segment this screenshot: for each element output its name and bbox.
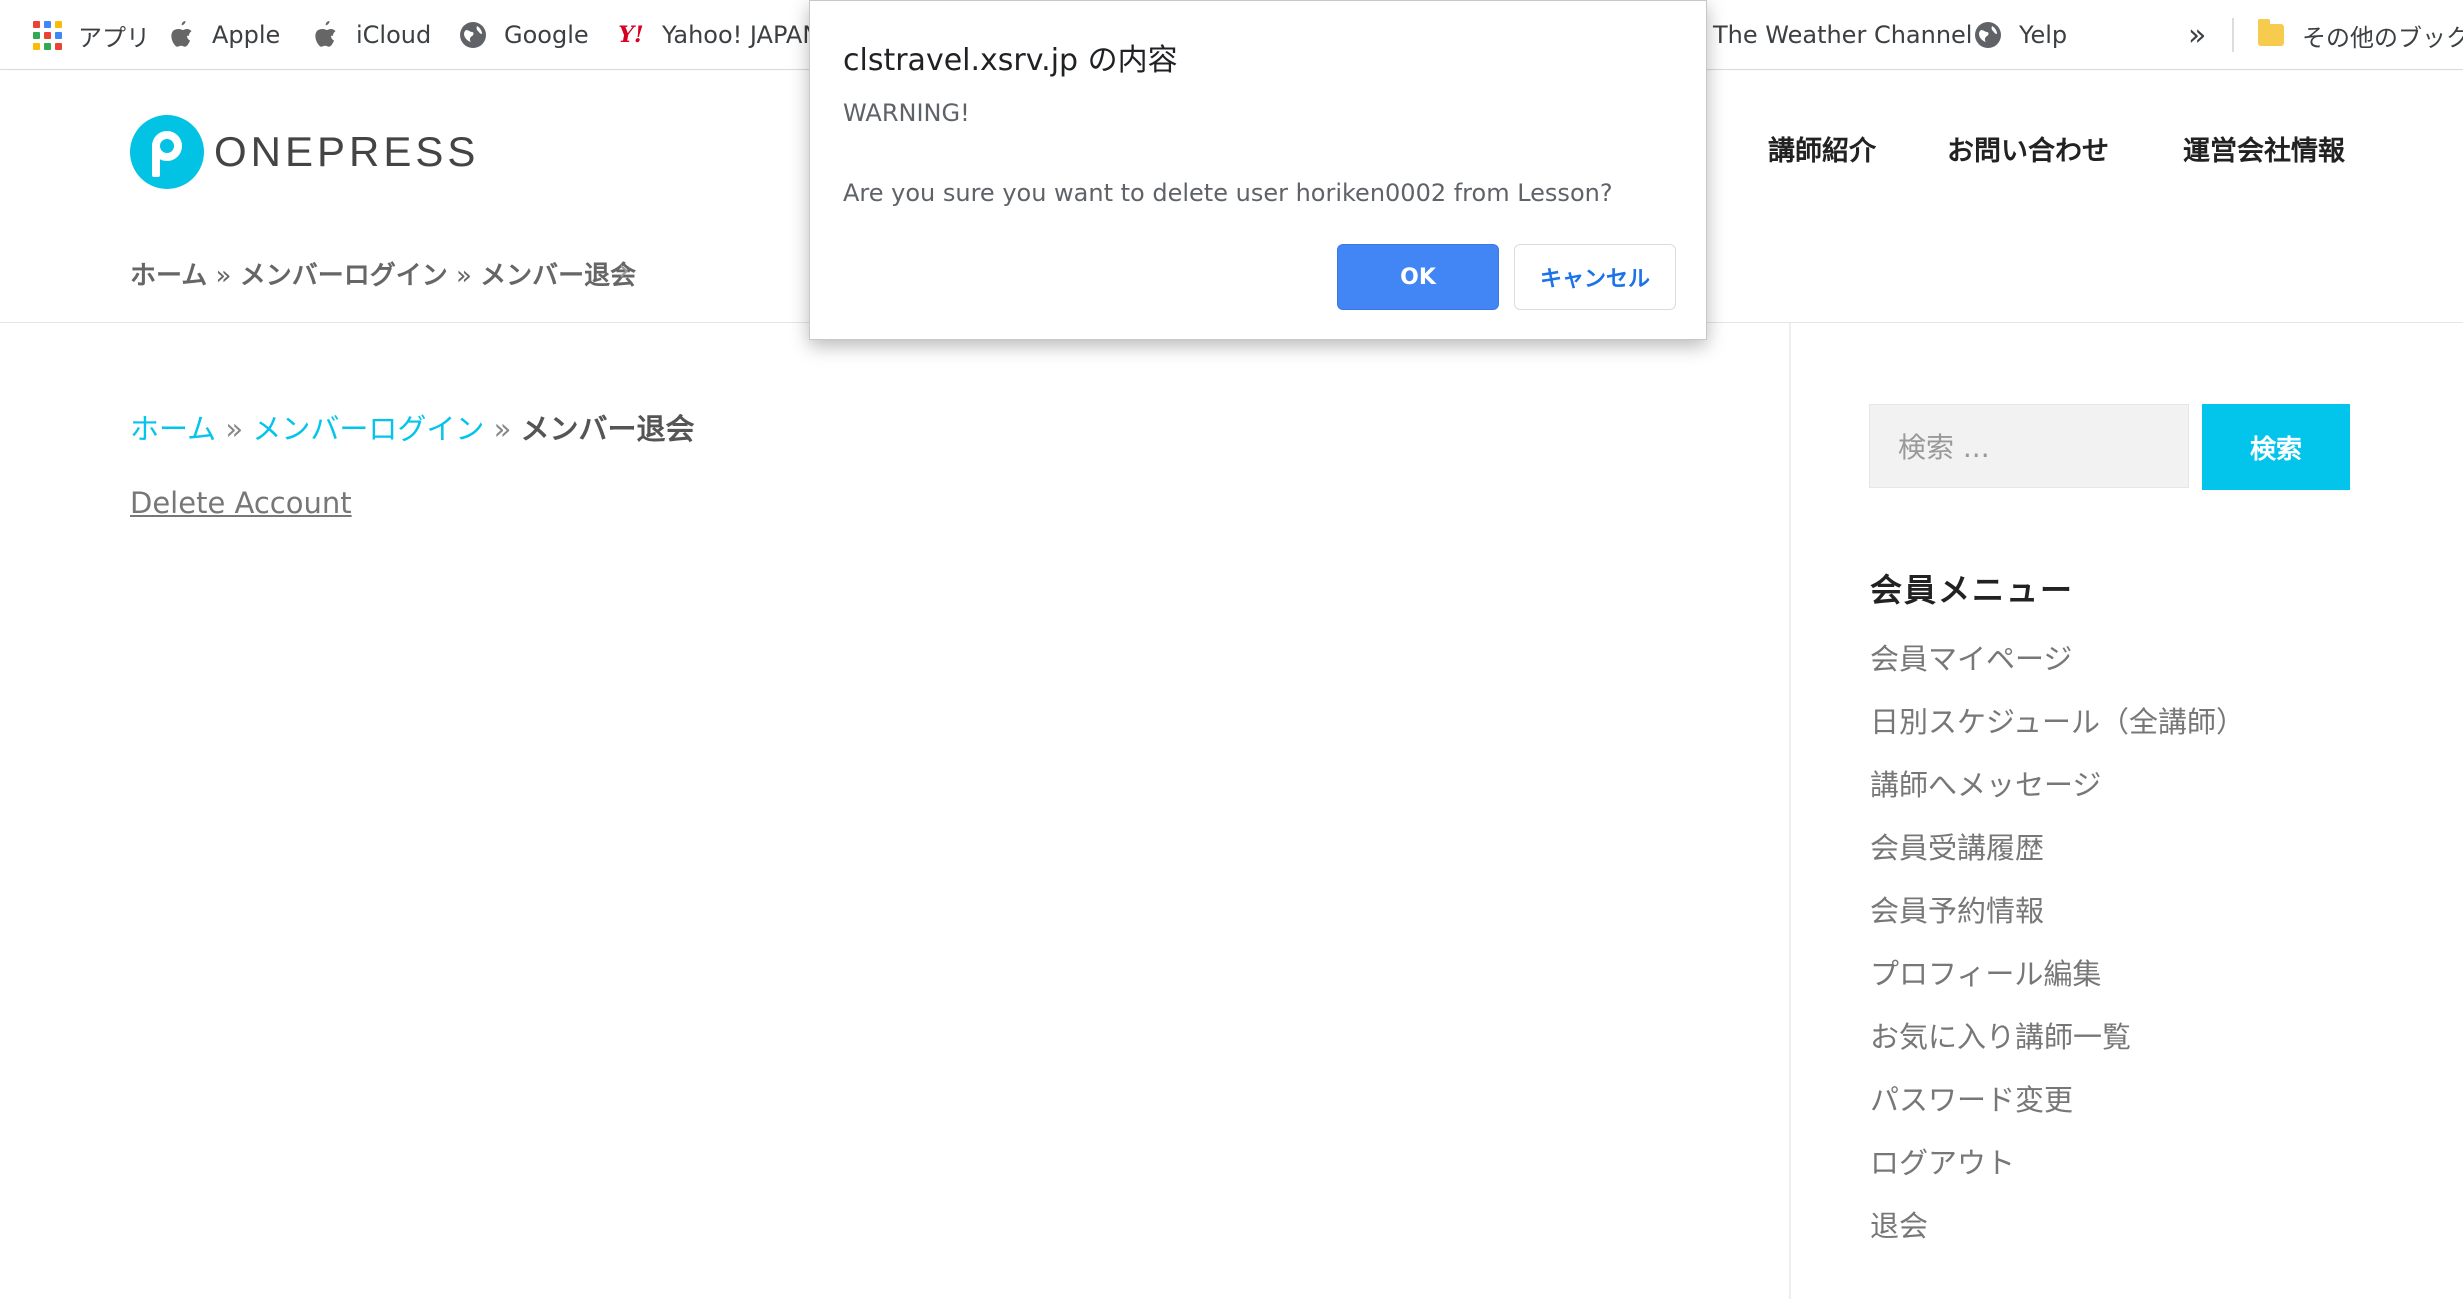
menu-item-logout[interactable]: ログアウト [1870, 1140, 2015, 1182]
folder-icon [2254, 18, 2288, 52]
menu-item-mypage[interactable]: 会員マイページ [1870, 636, 2072, 678]
bookmark-label: その他のブックマー [2302, 23, 2463, 52]
yahoo-icon: Y! [618, 22, 644, 48]
dialog-warning: WARNING! [843, 99, 970, 127]
logo-text: ONEPRESS [214, 128, 480, 175]
bookmark-other-folder[interactable]: その他のブックマー [2254, 0, 2463, 70]
sidebar-divider [1789, 323, 1791, 1299]
bookmark-weather-channel[interactable]: The Weather Channel [1713, 0, 1972, 70]
nav-item-company[interactable]: 運営会社情報 [2183, 129, 2345, 168]
breadcrumb-separator: » [225, 412, 244, 446]
menu-item-favorite-instructors[interactable]: お気に入り講師一覧 [1870, 1014, 2131, 1056]
breadcrumb-separator: » [215, 261, 232, 291]
breadcrumb-current: メンバー退会 [520, 412, 695, 446]
content-breadcrumb: ホーム » メンバーログイン » メンバー退会 [130, 406, 695, 448]
bookmarks-overflow-button[interactable]: » [2188, 0, 2206, 70]
bookmark-yelp[interactable]: Yelp [1971, 0, 2067, 70]
apple-icon [164, 18, 198, 52]
menu-item-message-instructor[interactable]: 講師へメッセージ [1870, 762, 2101, 804]
bookmark-apps[interactable]: アプリ [30, 0, 150, 70]
dialog-title: clstravel.xsrv.jp の内容 [843, 43, 1178, 78]
menu-item-withdraw[interactable]: 退会 [1870, 1203, 1928, 1245]
dialog-message: Are you sure you want to delete user hor… [843, 179, 1613, 207]
search-button[interactable]: 検索 [2202, 404, 2350, 490]
search-input[interactable]: 検索 ... [1869, 404, 2189, 488]
site-logo[interactable]: ONEPRESS [130, 115, 479, 189]
apple-icon [308, 18, 342, 52]
menu-item-lesson-history[interactable]: 会員受講履歴 [1870, 825, 2044, 867]
breadcrumb-separator: » [493, 412, 512, 446]
breadcrumb: ホーム » メンバーログイン » メンバー退会 [130, 255, 636, 292]
breadcrumb-current: メンバー退会 [480, 261, 637, 291]
menu-item-reservations[interactable]: 会員予約情報 [1870, 888, 2044, 930]
globe-icon [1971, 18, 2005, 52]
nav-item-contact[interactable]: お問い合わせ [1947, 129, 2109, 168]
member-menu-title: 会員メニュー [1870, 571, 2075, 609]
breadcrumb-separator: » [455, 261, 472, 291]
bookmark-yahoo[interactable]: Y! Yahoo! JAPAN [614, 0, 820, 70]
delete-account-link[interactable]: Delete Account [130, 486, 352, 520]
divider [2232, 18, 2234, 52]
bookmark-label: iCloud [356, 21, 432, 49]
bookmark-label: Apple [212, 21, 281, 49]
bookmark-label: アプリ [78, 23, 150, 52]
nav-item-instructors[interactable]: 講師紹介 [1768, 129, 1876, 168]
bookmark-icloud[interactable]: iCloud [308, 0, 431, 70]
breadcrumb-login[interactable]: メンバーログイン [240, 261, 448, 291]
chevron-right-icon: › [618, 253, 630, 288]
confirm-dialog: clstravel.xsrv.jp の内容 WARNING! Are you s… [809, 0, 1707, 340]
apps-grid-icon [30, 18, 64, 52]
bookmark-label: The Weather Channel [1713, 21, 1973, 49]
ok-button[interactable]: OK [1337, 244, 1499, 310]
globe-icon [456, 18, 490, 52]
menu-item-daily-schedule[interactable]: 日別スケジュール（全講師） [1870, 699, 2245, 741]
cancel-button[interactable]: キャンセル [1514, 244, 1676, 310]
bookmark-label: Yelp [2019, 21, 2068, 49]
bookmark-label: Yahoo! JAPAN [662, 21, 821, 49]
breadcrumb-home[interactable]: ホーム [130, 261, 207, 291]
bookmark-apple[interactable]: Apple [164, 0, 280, 70]
breadcrumb-home-link[interactable]: ホーム [130, 412, 216, 446]
bookmark-label: Google [504, 21, 589, 49]
menu-item-change-password[interactable]: パスワード変更 [1870, 1077, 2073, 1119]
bookmark-google[interactable]: Google [456, 0, 589, 70]
onepress-logo-icon [130, 115, 204, 189]
breadcrumb-login-link[interactable]: メンバーログイン [252, 412, 484, 446]
menu-item-edit-profile[interactable]: プロフィール編集 [1870, 951, 2101, 993]
